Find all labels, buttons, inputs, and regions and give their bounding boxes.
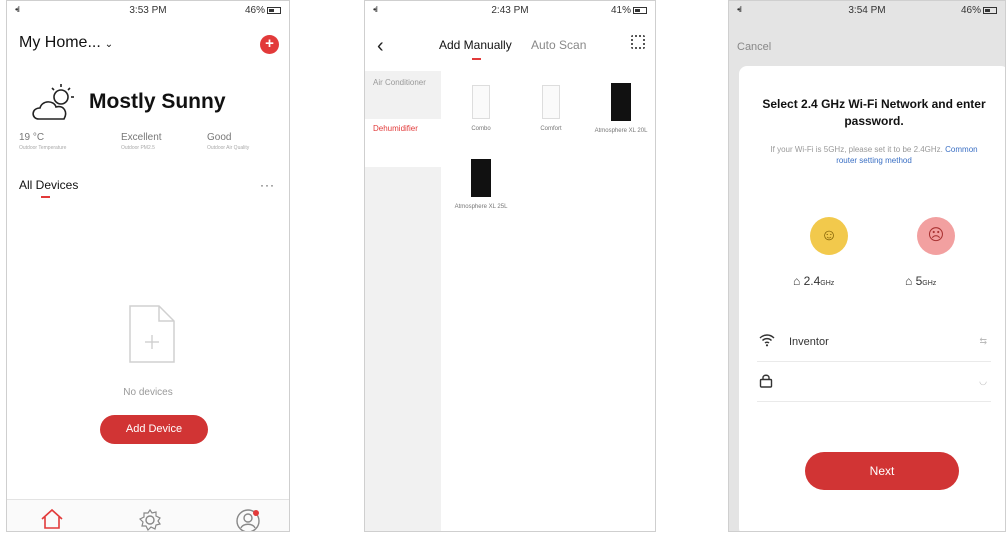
home-name: My Home...	[19, 34, 101, 51]
network-row[interactable]: Inventor ⇆	[757, 324, 991, 362]
battery-percent: 46%	[244, 5, 265, 16]
hint-text: If your Wi-Fi is 5GHz, please set it to …	[770, 145, 943, 154]
tab-auto-scan[interactable]: Auto Scan	[531, 38, 586, 52]
product-image	[471, 159, 491, 197]
wifi-setup-screen: •ıl 3:54 PM 46% Cancel Select 2.4 GHz Wi…	[728, 0, 1006, 532]
tab-all-devices[interactable]: All Devices	[19, 178, 78, 192]
product-grid: Combo Comfort Atmosphere XL 20L Atmosphe…	[441, 71, 655, 531]
band-value: 2.4	[803, 274, 821, 288]
product-atmosphere-xl-25l[interactable]: Atmosphere XL 25L	[451, 159, 511, 211]
password-row[interactable]: ◡	[757, 364, 991, 402]
more-options-icon[interactable]: ···	[260, 178, 275, 192]
battery-icon	[633, 6, 647, 14]
profile-icon[interactable]	[235, 508, 261, 532]
stat-label: Outdoor Temperature	[19, 145, 67, 151]
empty-document-icon	[129, 305, 175, 363]
empty-state-text: No devices	[123, 387, 173, 398]
router-icon: ⌂	[793, 274, 801, 288]
lock-icon	[759, 374, 773, 388]
status-bar: •ıl 3:54 PM 46%	[729, 1, 1005, 19]
status-bar: •ıl 2:43 PM 41%	[365, 1, 655, 19]
battery-percent: 41%	[610, 5, 631, 16]
category-list: Air Conditioner Dehumidifier	[365, 71, 441, 531]
happy-face-icon: ☺	[810, 217, 848, 255]
battery-icon	[267, 6, 281, 14]
product-combo[interactable]: Combo	[451, 85, 511, 133]
product-atmosphere-xl-20l[interactable]: Atmosphere XL 20L	[591, 83, 651, 135]
home-selector[interactable]: My Home... ⌄	[19, 34, 113, 52]
stat-air-quality: Good Outdoor Air Quality	[207, 132, 249, 151]
product-name: Comfort	[540, 126, 562, 132]
cancel-button[interactable]: Cancel	[737, 41, 771, 53]
stat-pm25: Excellent Outdoor PM2.5	[121, 132, 162, 151]
band-2-4ghz: ⌂ 2.4GHz	[793, 274, 834, 288]
wifi-title: Select 2.4 GHz Wi-Fi Network and enter p…	[762, 97, 986, 128]
add-device-screen: •ıl 2:43 PM 41% ‹ Add Manually Auto Scan…	[364, 0, 656, 532]
plus-circle-icon[interactable]: +	[260, 35, 279, 54]
band-unit: GHz	[922, 280, 937, 287]
product-image	[611, 83, 631, 121]
top-navigation: ‹ Add Manually Auto Scan	[365, 19, 655, 71]
product-name: Combo	[471, 126, 491, 132]
band-unit: GHz	[820, 280, 835, 287]
stat-value: Excellent	[121, 132, 162, 143]
battery-percent: 46%	[960, 5, 981, 16]
chevron-down-icon: ⌄	[104, 39, 114, 50]
status-bar: •ıl 3:53 PM 46%	[7, 1, 289, 19]
stat-value: Good	[207, 132, 232, 143]
stat-value: 19 °C	[19, 132, 45, 143]
weather-description: Mostly Sunny	[89, 90, 226, 113]
wifi-icon	[759, 334, 775, 347]
scan-icon[interactable]	[631, 35, 645, 49]
sad-face-icon: ☹	[917, 217, 955, 255]
product-name: Atmosphere XL 20L	[594, 128, 648, 134]
category-air-conditioner[interactable]: Air Conditioner	[373, 77, 437, 88]
battery-icon	[983, 6, 997, 14]
product-name: Atmosphere XL 25L	[454, 204, 508, 210]
home-icon[interactable]	[40, 508, 64, 530]
next-button[interactable]: Next	[805, 452, 959, 490]
battery-indicator: 46%	[961, 5, 997, 16]
back-icon[interactable]: ‹	[377, 35, 384, 58]
stat-temperature: 19 °C Outdoor Temperature	[19, 132, 66, 151]
product-image	[472, 85, 490, 119]
band-5ghz: ⌂ 5GHz	[905, 274, 936, 288]
stat-label: Outdoor PM2.5	[121, 145, 155, 151]
tab-add-manually[interactable]: Add Manually	[439, 38, 512, 52]
active-tab-indicator	[41, 196, 50, 198]
router-icon: ⌂	[905, 274, 913, 288]
battery-indicator: 41%	[611, 5, 647, 16]
active-tab-indicator	[472, 58, 481, 60]
add-device-button[interactable]: Add Device	[100, 415, 208, 444]
category-dehumidifier[interactable]: Dehumidifier	[365, 119, 441, 167]
product-image	[542, 85, 560, 119]
network-name: Inventor	[789, 336, 829, 348]
home-screen: •ıl 3:53 PM 46% My Home... ⌄ + Mostly Sun…	[6, 0, 290, 532]
switch-network-icon[interactable]: ⇆	[979, 336, 987, 347]
battery-indicator: 46%	[245, 5, 281, 16]
product-comfort[interactable]: Comfort	[521, 85, 581, 133]
show-password-icon[interactable]: ◡	[979, 376, 987, 387]
gear-icon[interactable]	[138, 508, 162, 532]
stat-label: Outdoor Air Quality	[207, 145, 250, 151]
bottom-tab-bar	[7, 499, 289, 532]
partly-sunny-icon	[32, 84, 74, 120]
wifi-card: Select 2.4 GHz Wi-Fi Network and enter p…	[739, 66, 1005, 531]
wifi-hint: If your Wi-Fi is 5GHz, please set it to …	[759, 144, 989, 166]
